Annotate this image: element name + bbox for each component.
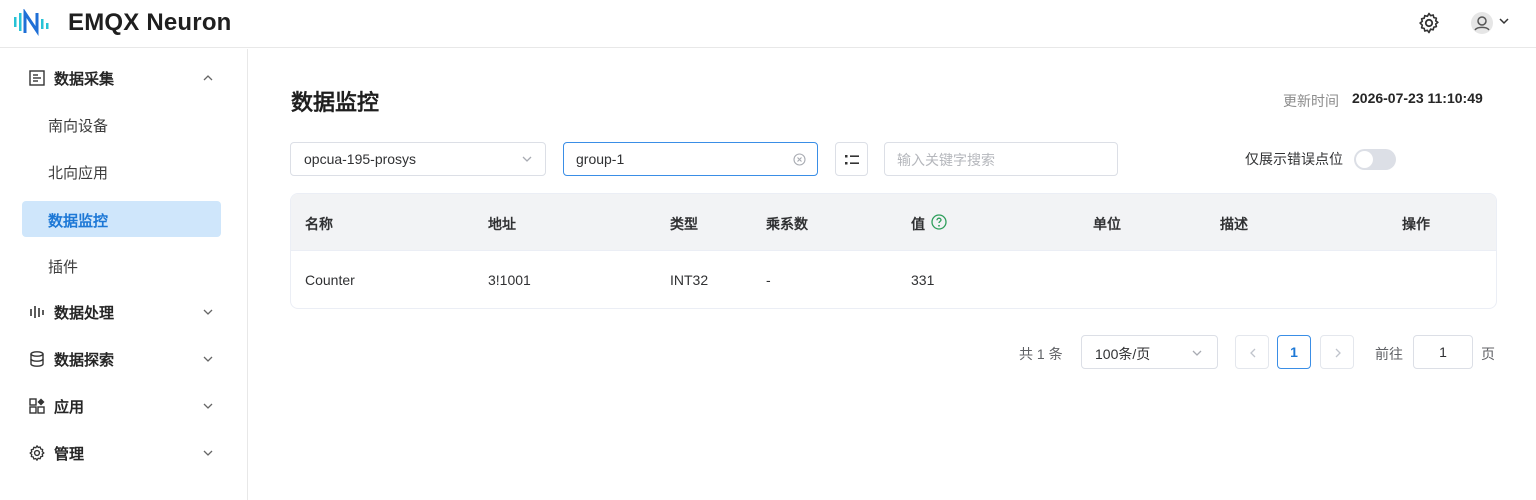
sidebar: 数据采集 南向设备 北向应用 数据监控 插件 数据处理 数据探索 应用 管理 <box>0 49 248 500</box>
top-header: EMQX Neuron <box>0 0 1536 48</box>
sidebar-group-label: 应用 <box>54 399 85 416</box>
page-suffix-label: 页 <box>1481 346 1495 362</box>
chevron-down-icon <box>1192 350 1202 356</box>
chevron-left-icon <box>1250 348 1256 358</box>
sidebar-item-label: 数据监控 <box>48 213 109 230</box>
neuron-logo <box>14 9 49 36</box>
cell-name: Counter <box>305 272 355 288</box>
help-icon[interactable] <box>931 214 947 230</box>
chevron-down-icon <box>203 403 213 409</box>
page-size-value: 100条/页 <box>1095 346 1151 362</box>
chevron-up-icon <box>203 75 213 81</box>
update-time-label: 更新时间 <box>1283 93 1339 109</box>
search-input[interactable] <box>897 150 1107 170</box>
page-size-select[interactable]: 100条/页 <box>1081 335 1218 369</box>
sidebar-group-label: 数据采集 <box>54 71 115 88</box>
sidebar-group-data-explore[interactable]: 数据探索 <box>0 339 247 379</box>
sidebar-item-southbound-devices[interactable]: 南向设备 <box>22 106 221 142</box>
group-select-value: group-1 <box>576 151 625 167</box>
sidebar-item-northbound-apps[interactable]: 北向应用 <box>22 153 221 189</box>
sidebar-group-data-processing[interactable]: 数据处理 <box>0 292 247 332</box>
list-icon <box>845 155 859 165</box>
settings-gear-icon[interactable] <box>1417 11 1441 35</box>
cell-address: 3!1001 <box>488 272 531 288</box>
chevron-down-icon <box>203 309 213 315</box>
data-collection-icon <box>29 70 45 86</box>
column-header-description: 描述 <box>1220 216 1248 232</box>
table-header: 名称 地址 类型 乘系数 值 单位 描述 操作 <box>291 194 1496 251</box>
goto-page-input[interactable]: 1 <box>1413 335 1473 369</box>
pagination-total: 共 1 条 <box>1019 346 1063 362</box>
toggle-knob <box>1356 151 1373 168</box>
sidebar-group-label: 数据探索 <box>54 352 115 369</box>
sidebar-item-data-monitoring[interactable]: 数据监控 <box>22 201 221 237</box>
update-time-value: 2026-07-23 11:10:49 <box>1352 90 1483 106</box>
sidebar-group-label: 管理 <box>54 446 85 463</box>
node-select-value: opcua-195-prosys <box>304 151 417 167</box>
error-only-toggle[interactable] <box>1354 149 1396 170</box>
column-header-unit: 单位 <box>1093 216 1121 232</box>
data-table: 名称 地址 类型 乘系数 值 单位 描述 操作 Counter 3!1001 I… <box>290 193 1497 309</box>
gear-icon <box>29 445 45 461</box>
group-select[interactable]: group-1 <box>563 142 818 176</box>
sidebar-group-label: 数据处理 <box>54 305 115 322</box>
chevron-right-icon <box>1335 348 1341 358</box>
error-only-label: 仅展示错误点位 <box>1245 151 1343 167</box>
keyword-search[interactable] <box>884 142 1118 176</box>
cell-type: INT32 <box>670 272 709 288</box>
column-header-actions: 操作 <box>1402 216 1430 232</box>
sidebar-group-admin[interactable]: 管理 <box>0 433 247 473</box>
data-processing-icon <box>30 306 44 318</box>
page-number-current[interactable]: 1 <box>1277 335 1311 369</box>
sidebar-group-data-collection[interactable]: 数据采集 <box>0 58 247 98</box>
sidebar-item-plugins[interactable]: 插件 <box>22 247 221 283</box>
cell-multiplier: - <box>766 272 771 288</box>
column-header-value: 值 <box>911 216 925 232</box>
column-header-name: 名称 <box>305 216 333 232</box>
user-avatar-icon[interactable] <box>1470 11 1494 35</box>
chevron-down-icon <box>522 156 532 162</box>
apps-icon <box>29 398 45 414</box>
prev-page-button[interactable] <box>1235 335 1269 369</box>
clear-icon[interactable] <box>793 153 806 166</box>
chevron-down-icon[interactable] <box>1498 15 1510 27</box>
column-header-multiplier: 乘系数 <box>766 216 808 232</box>
sidebar-group-apps[interactable]: 应用 <box>0 386 247 426</box>
chevron-down-icon <box>203 356 213 362</box>
node-select[interactable]: opcua-195-prosys <box>290 142 546 176</box>
page-title: 数据监控 <box>291 90 380 115</box>
column-header-address: 地址 <box>488 216 516 232</box>
list-view-button[interactable] <box>835 142 868 176</box>
goto-label: 前往 <box>1375 346 1403 362</box>
database-icon <box>30 351 44 367</box>
sidebar-item-label: 北向应用 <box>48 165 109 182</box>
sidebar-item-label: 插件 <box>48 259 79 276</box>
column-header-type: 类型 <box>670 216 698 232</box>
brand-name: EMQX Neuron <box>68 9 232 36</box>
sidebar-item-label: 南向设备 <box>48 118 109 135</box>
next-page-button[interactable] <box>1320 335 1354 369</box>
cell-value: 331 <box>911 272 935 288</box>
chevron-down-icon <box>203 450 213 456</box>
